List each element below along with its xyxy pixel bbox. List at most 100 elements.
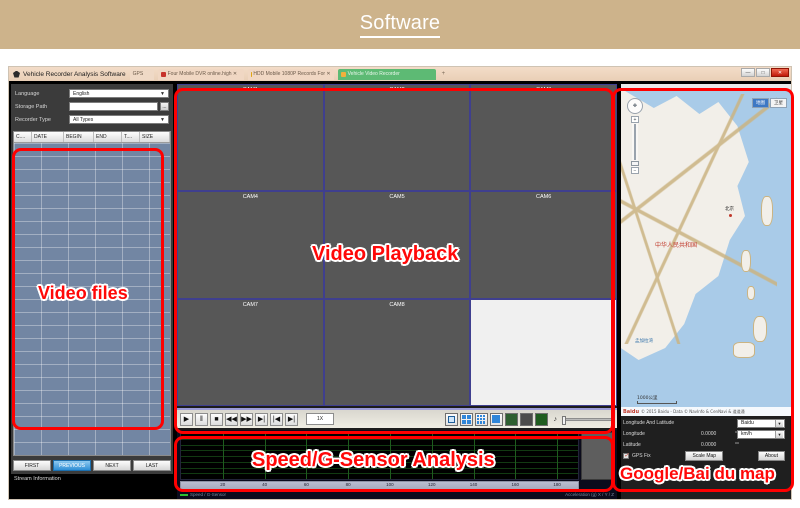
video-cell-cam7[interactable]: CAM7 bbox=[178, 299, 323, 405]
browser-tab-3[interactable]: Vehicle Video Recorder bbox=[337, 68, 436, 80]
column-header-size[interactable]: SIZE bbox=[140, 132, 170, 142]
first-page-button[interactable]: FIRST bbox=[13, 460, 51, 471]
layout-plus-icon[interactable] bbox=[489, 412, 503, 426]
about-button[interactable]: About bbox=[757, 451, 785, 461]
map-zoom-slider[interactable]: + − bbox=[631, 116, 639, 174]
playback-speed-field[interactable]: 1X bbox=[306, 413, 334, 425]
column-header-date[interactable]: DATE bbox=[32, 132, 64, 142]
chart-plot-area[interactable] bbox=[180, 432, 579, 480]
chart-x-tick-label: 20 bbox=[220, 482, 226, 487]
video-cell-cam5[interactable]: CAM5 bbox=[324, 192, 470, 298]
latitude-value: 0.0000 bbox=[701, 442, 717, 448]
video-cell-label: CAM1 bbox=[242, 87, 258, 93]
fast-forward-icon[interactable]: ▶▶ bbox=[240, 412, 253, 426]
storage-path-row: Storage Path ... bbox=[15, 101, 169, 112]
chart-x-tick-label: 80 bbox=[345, 482, 351, 487]
speed-unit-select[interactable]: km/h ▼ bbox=[737, 429, 785, 439]
video-grid: CAM1 CAM2 CAM3 CAM4 CAM5 CAM6 CAM7 CAM8 bbox=[177, 84, 617, 406]
scale-map-button[interactable]: Scale Map bbox=[685, 451, 724, 461]
map-canvas[interactable]: 中华人民共和国 北京 孟加拉湾 ✥ + − 地图 卫星 1000公里 Baidu… bbox=[621, 90, 791, 416]
map-zoom-knob[interactable] bbox=[631, 161, 639, 166]
maximize-button[interactable]: □ bbox=[756, 68, 770, 77]
minimize-button[interactable]: — bbox=[741, 68, 755, 77]
chart-x-tick-label: 140 bbox=[469, 482, 478, 487]
video-cell-cam4[interactable]: CAM4 bbox=[178, 192, 323, 298]
browse-button[interactable]: ... bbox=[160, 102, 169, 111]
language-select[interactable]: English ▼ bbox=[69, 89, 169, 98]
layout-9-icon[interactable] bbox=[474, 412, 488, 426]
previous-file-icon[interactable]: |◀ bbox=[270, 412, 283, 426]
play-icon[interactable]: ▶ bbox=[180, 412, 193, 426]
step-frame-icon[interactable]: ▶| bbox=[255, 412, 268, 426]
map-type-map-button[interactable]: 地图 bbox=[752, 98, 769, 108]
close-button[interactable]: ✕ bbox=[771, 68, 789, 77]
map-zoom-out-button[interactable]: − bbox=[631, 167, 639, 174]
stop-icon[interactable]: ■ bbox=[210, 412, 223, 426]
next-file-icon[interactable]: ▶| bbox=[285, 412, 298, 426]
map-provider-select[interactable]: Baidu ▼ bbox=[737, 418, 785, 428]
map-zoom-in-button[interactable]: + bbox=[631, 116, 639, 123]
pause-icon[interactable]: ‖ bbox=[195, 412, 208, 426]
storage-path-input[interactable] bbox=[69, 102, 158, 111]
snapshot-icon[interactable] bbox=[504, 412, 518, 426]
volume-icon[interactable]: ♪ bbox=[554, 416, 558, 423]
column-header-type[interactable]: T.... bbox=[122, 132, 140, 142]
layout-4-icon[interactable] bbox=[459, 412, 473, 426]
next-page-button[interactable]: NEXT bbox=[93, 460, 131, 471]
map-zoom-rail bbox=[634, 124, 636, 160]
video-cell-cam6[interactable]: CAM6 bbox=[471, 192, 616, 298]
video-cell-label: CAM3 bbox=[536, 87, 552, 93]
video-cell-cam1[interactable]: CAM1 bbox=[178, 85, 323, 191]
volume-slider-knob[interactable] bbox=[562, 415, 566, 425]
slide-page: Software Vehicle Recorder Analysis Softw… bbox=[0, 0, 800, 508]
file-table[interactable]: C.... DATE BEGIN END T.... SIZE bbox=[13, 131, 171, 456]
map-capital-label: 北京 bbox=[725, 207, 734, 212]
longitude-label: Longitude bbox=[623, 431, 645, 437]
legend-swatch-icon bbox=[180, 493, 188, 496]
video-cell-cam8[interactable]: CAM8 bbox=[324, 299, 470, 405]
gps-title: Longitude And Latitude bbox=[623, 420, 675, 426]
file-table-body[interactable] bbox=[14, 143, 170, 455]
map-type-satellite-button[interactable]: 卫星 bbox=[770, 98, 787, 108]
recorder-type-row: Recorder Type All Types ▼ bbox=[15, 114, 169, 125]
language-value: English bbox=[73, 90, 90, 97]
recorder-type-select[interactable]: All Types ▼ bbox=[69, 115, 169, 124]
export-icon[interactable] bbox=[534, 412, 548, 426]
column-header-begin[interactable]: BEGIN bbox=[64, 132, 94, 142]
map-pan-control-icon[interactable]: ✥ bbox=[627, 98, 643, 114]
column-header-channel[interactable]: C.... bbox=[14, 132, 32, 142]
browser-tab-2[interactable]: HDD Mobile 1080P Records For ✕ bbox=[247, 68, 334, 80]
column-header-end[interactable]: END bbox=[94, 132, 122, 142]
browser-tab-0-label: GPS bbox=[132, 71, 144, 77]
longitude-value: 0.0000 bbox=[701, 431, 717, 437]
chart-gridline-vertical bbox=[264, 433, 266, 479]
map-attribution: Baidu © 2015 Baidu - Data © NavInfo & Ce… bbox=[621, 407, 791, 416]
video-cell-cam3[interactable]: CAM3 bbox=[471, 85, 616, 191]
slide-title: Software bbox=[0, 12, 800, 38]
browser-tab-0[interactable]: GPS bbox=[129, 68, 154, 80]
gps-fix-checkbox[interactable]: GPS Fix bbox=[623, 452, 651, 459]
new-tab-button[interactable]: + bbox=[442, 71, 446, 77]
chart-legend-left: Speed / G-Sensor bbox=[180, 492, 226, 497]
chevron-down-icon: ▼ bbox=[775, 419, 783, 427]
latitude-label: Latitude bbox=[623, 442, 641, 448]
map-provider-value: Baidu bbox=[741, 420, 754, 426]
previous-page-button[interactable]: PREVIOUS bbox=[53, 460, 91, 471]
browser-tab-1[interactable]: Four Mobile DVR online.high ✕ bbox=[157, 68, 244, 80]
map-island bbox=[741, 250, 751, 272]
clip-icon[interactable] bbox=[519, 412, 533, 426]
video-cell-empty[interactable] bbox=[471, 299, 616, 405]
map-scale: 1000公里 bbox=[637, 395, 677, 404]
chart-right-label: Acceleration (g) X / Y / Z bbox=[565, 492, 614, 497]
rewind-icon[interactable]: ◀◀ bbox=[225, 412, 238, 426]
chart-gridline-horizontal bbox=[181, 467, 578, 469]
recorder-type-label: Recorder Type bbox=[15, 116, 51, 123]
playback-control-bar: ▶ ‖ ■ ◀◀ ▶▶ ▶| |◀ ▶| 1X ♪ bbox=[177, 408, 617, 428]
volume-slider[interactable] bbox=[562, 415, 614, 425]
last-page-button[interactable]: LAST bbox=[133, 460, 171, 471]
slide-title-text: Software bbox=[359, 12, 441, 38]
layout-1-icon[interactable] bbox=[444, 412, 458, 426]
chart-scroll-region[interactable] bbox=[581, 432, 614, 480]
video-cell-cam2[interactable]: CAM2 bbox=[324, 85, 470, 191]
video-cell-label: CAM7 bbox=[242, 301, 258, 308]
